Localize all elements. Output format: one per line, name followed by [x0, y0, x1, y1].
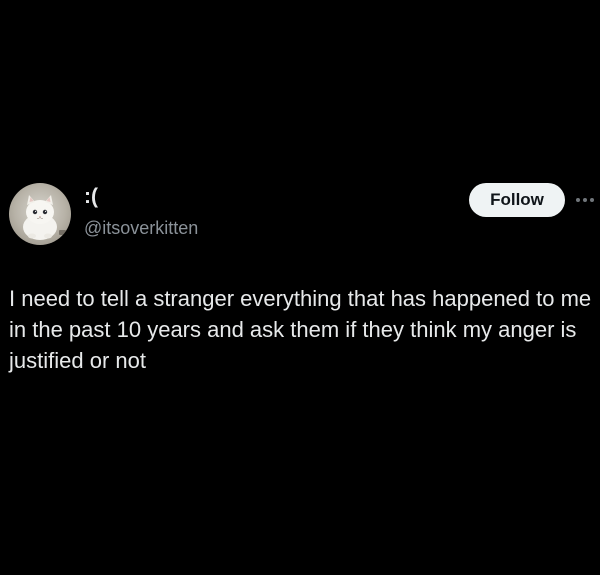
kitten-avatar-image: [23, 195, 66, 240]
more-horizontal-icon[interactable]: [576, 197, 596, 203]
tweet-text: I need to tell a stranger everything tha…: [9, 286, 592, 373]
follow-button[interactable]: Follow: [469, 183, 565, 217]
user-handle[interactable]: @itsoverkitten: [84, 217, 198, 239]
avatar[interactable]: [9, 183, 71, 245]
display-name[interactable]: :(: [84, 185, 98, 209]
tweet-card: :( @itsoverkitten Follow I need to tell …: [0, 0, 600, 575]
